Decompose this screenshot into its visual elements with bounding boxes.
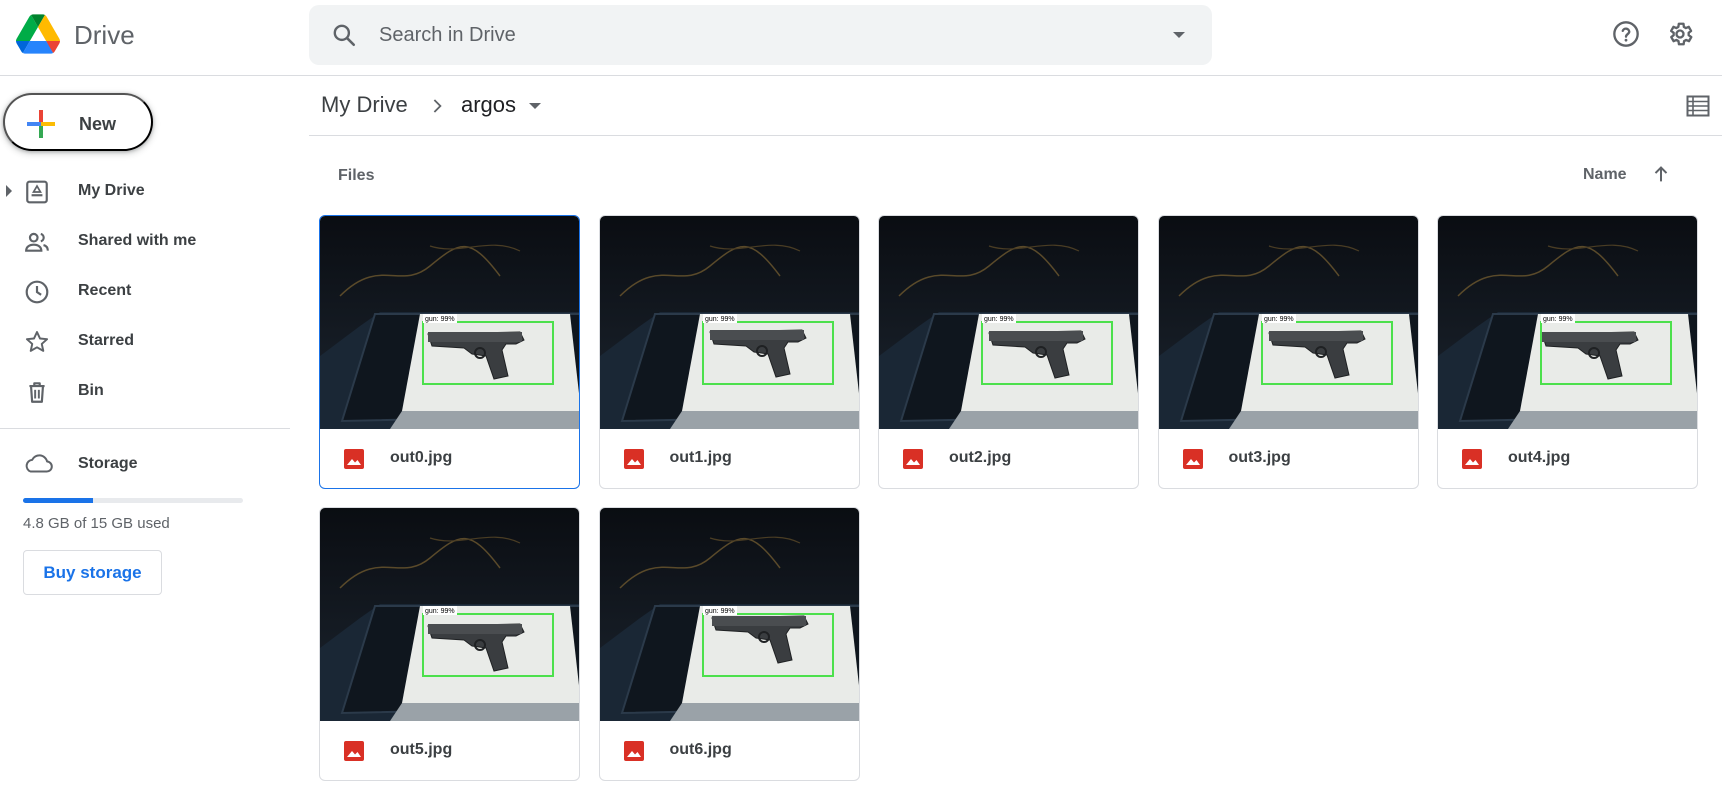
storage-usage-text: 4.8 GB of 15 GB used [23, 515, 170, 532]
sidebar-divider [0, 428, 290, 429]
folder-menu-caret-icon[interactable] [529, 103, 541, 109]
search-input[interactable] [379, 5, 1139, 65]
file-info-row[interactable]: out3.jpg [1159, 429, 1418, 488]
sidebar-item-label: Recent [78, 282, 132, 299]
trash-icon [29, 382, 45, 403]
help-icon[interactable] [1612, 20, 1640, 48]
file-info-row[interactable]: out4.jpg [1438, 429, 1697, 488]
file-thumbnail[interactable]: gun: 99% [599, 508, 860, 721]
search-options-icon[interactable] [1167, 23, 1191, 47]
chevron-right-icon [433, 99, 442, 113]
sort-ascending-arrow-icon[interactable] [1650, 163, 1672, 185]
buy-storage-button[interactable]: Buy storage [23, 550, 162, 595]
sidebar-item-label: Starred [78, 332, 135, 349]
sidebar-item-my-drive[interactable]: My Drive [0, 166, 290, 216]
sidebar-nav: My Drive Shared with me Recent Starred B… [0, 166, 290, 416]
clock-icon [25, 280, 49, 304]
shared-people-icon [25, 232, 49, 252]
file-card[interactable]: gun: 99% out5.jpg [319, 507, 580, 781]
top-bar: Drive [0, 0, 1722, 76]
detection-label: gun: 99% [425, 316, 455, 323]
file-thumbnail[interactable]: gun: 99% [1438, 216, 1698, 429]
new-button[interactable]: New [3, 93, 153, 151]
detection-label: gun: 99% [984, 316, 1014, 323]
file-info-row[interactable]: out1.jpg [600, 429, 859, 488]
sidebar-item-recent[interactable]: Recent [0, 266, 290, 316]
breadcrumb-current-folder[interactable]: argos [461, 92, 516, 118]
file-name: out2.jpg [949, 449, 1012, 466]
star-icon [25, 331, 49, 352]
file-thumbnail[interactable]: gun: 99% [879, 216, 1139, 429]
search-icon[interactable] [331, 22, 357, 48]
sidebar-item-starred[interactable]: Starred [0, 316, 290, 366]
app-name[interactable]: Drive [74, 20, 135, 51]
storage-usage-bar [23, 498, 243, 503]
storage-usage-fill [23, 498, 94, 503]
file-thumbnail[interactable]: gun: 99% [320, 508, 580, 721]
toolbar-divider [309, 135, 1722, 136]
image-file-icon [344, 449, 364, 469]
detection-label: gun: 99% [1543, 316, 1573, 323]
sidebar-item-label: My Drive [78, 182, 145, 199]
file-name: out1.jpg [669, 449, 732, 466]
image-file-icon [1462, 449, 1482, 469]
sort-by-name-button[interactable]: Name [1583, 166, 1627, 184]
file-name: out6.jpg [669, 741, 732, 758]
list-view-icon[interactable] [1686, 95, 1710, 117]
file-name: out3.jpg [1228, 449, 1291, 466]
sidebar-item-shared-with-me[interactable]: Shared with me [0, 216, 290, 266]
gear-icon[interactable] [1666, 20, 1694, 48]
file-info-row[interactable]: out0.jpg [320, 429, 579, 488]
detection-label: gun: 99% [705, 608, 735, 615]
my-drive-icon [26, 180, 48, 204]
image-file-icon [344, 741, 364, 761]
file-card[interactable]: gun: 99% out3.jpg [1157, 215, 1419, 489]
cloud-icon [25, 454, 53, 473]
file-card[interactable]: gun: 99% out6.jpg [598, 507, 860, 781]
file-info-row[interactable]: out6.jpg [600, 721, 859, 780]
file-card[interactable]: gun: 99% out0.jpg [319, 215, 580, 489]
new-button-label: New [79, 114, 117, 134]
file-thumbnail[interactable]: gun: 99% [599, 216, 860, 429]
file-info-row[interactable]: out2.jpg [879, 429, 1138, 488]
sidebar-item-bin[interactable]: Bin [0, 366, 290, 416]
detection-label: gun: 99% [705, 316, 735, 323]
drive-logo-icon[interactable] [16, 14, 60, 54]
image-file-icon [903, 449, 923, 469]
detection-label: gun: 99% [1264, 316, 1294, 323]
image-file-icon [623, 449, 644, 469]
file-card[interactable]: gun: 99% out2.jpg [878, 215, 1139, 489]
file-thumbnail[interactable]: gun: 99% [320, 216, 580, 429]
plus-icon [27, 110, 55, 138]
files-section-label: Files [338, 167, 375, 184]
sidebar-item-label: Bin [78, 382, 104, 399]
file-card[interactable]: gun: 99% out1.jpg [598, 215, 860, 489]
expand-caret-icon[interactable] [6, 185, 12, 197]
file-thumbnail[interactable]: gun: 99% [1158, 216, 1419, 429]
file-name: out0.jpg [390, 449, 453, 466]
breadcrumb-root[interactable]: My Drive [321, 92, 408, 118]
file-name: out4.jpg [1508, 449, 1571, 466]
image-file-icon [1182, 449, 1203, 469]
file-card[interactable]: gun: 99% out4.jpg [1437, 215, 1698, 489]
detection-label: gun: 99% [425, 608, 455, 615]
storage-label[interactable]: Storage [78, 455, 138, 473]
file-info-row[interactable]: out5.jpg [320, 721, 579, 780]
file-name: out5.jpg [390, 741, 453, 758]
search-bar[interactable] [309, 5, 1212, 65]
image-file-icon [623, 741, 644, 761]
sidebar-item-label: Shared with me [78, 232, 197, 249]
file-grid: gun: 99% out0.jpg gun: 99% out1.jpg gun:… [319, 215, 1698, 781]
